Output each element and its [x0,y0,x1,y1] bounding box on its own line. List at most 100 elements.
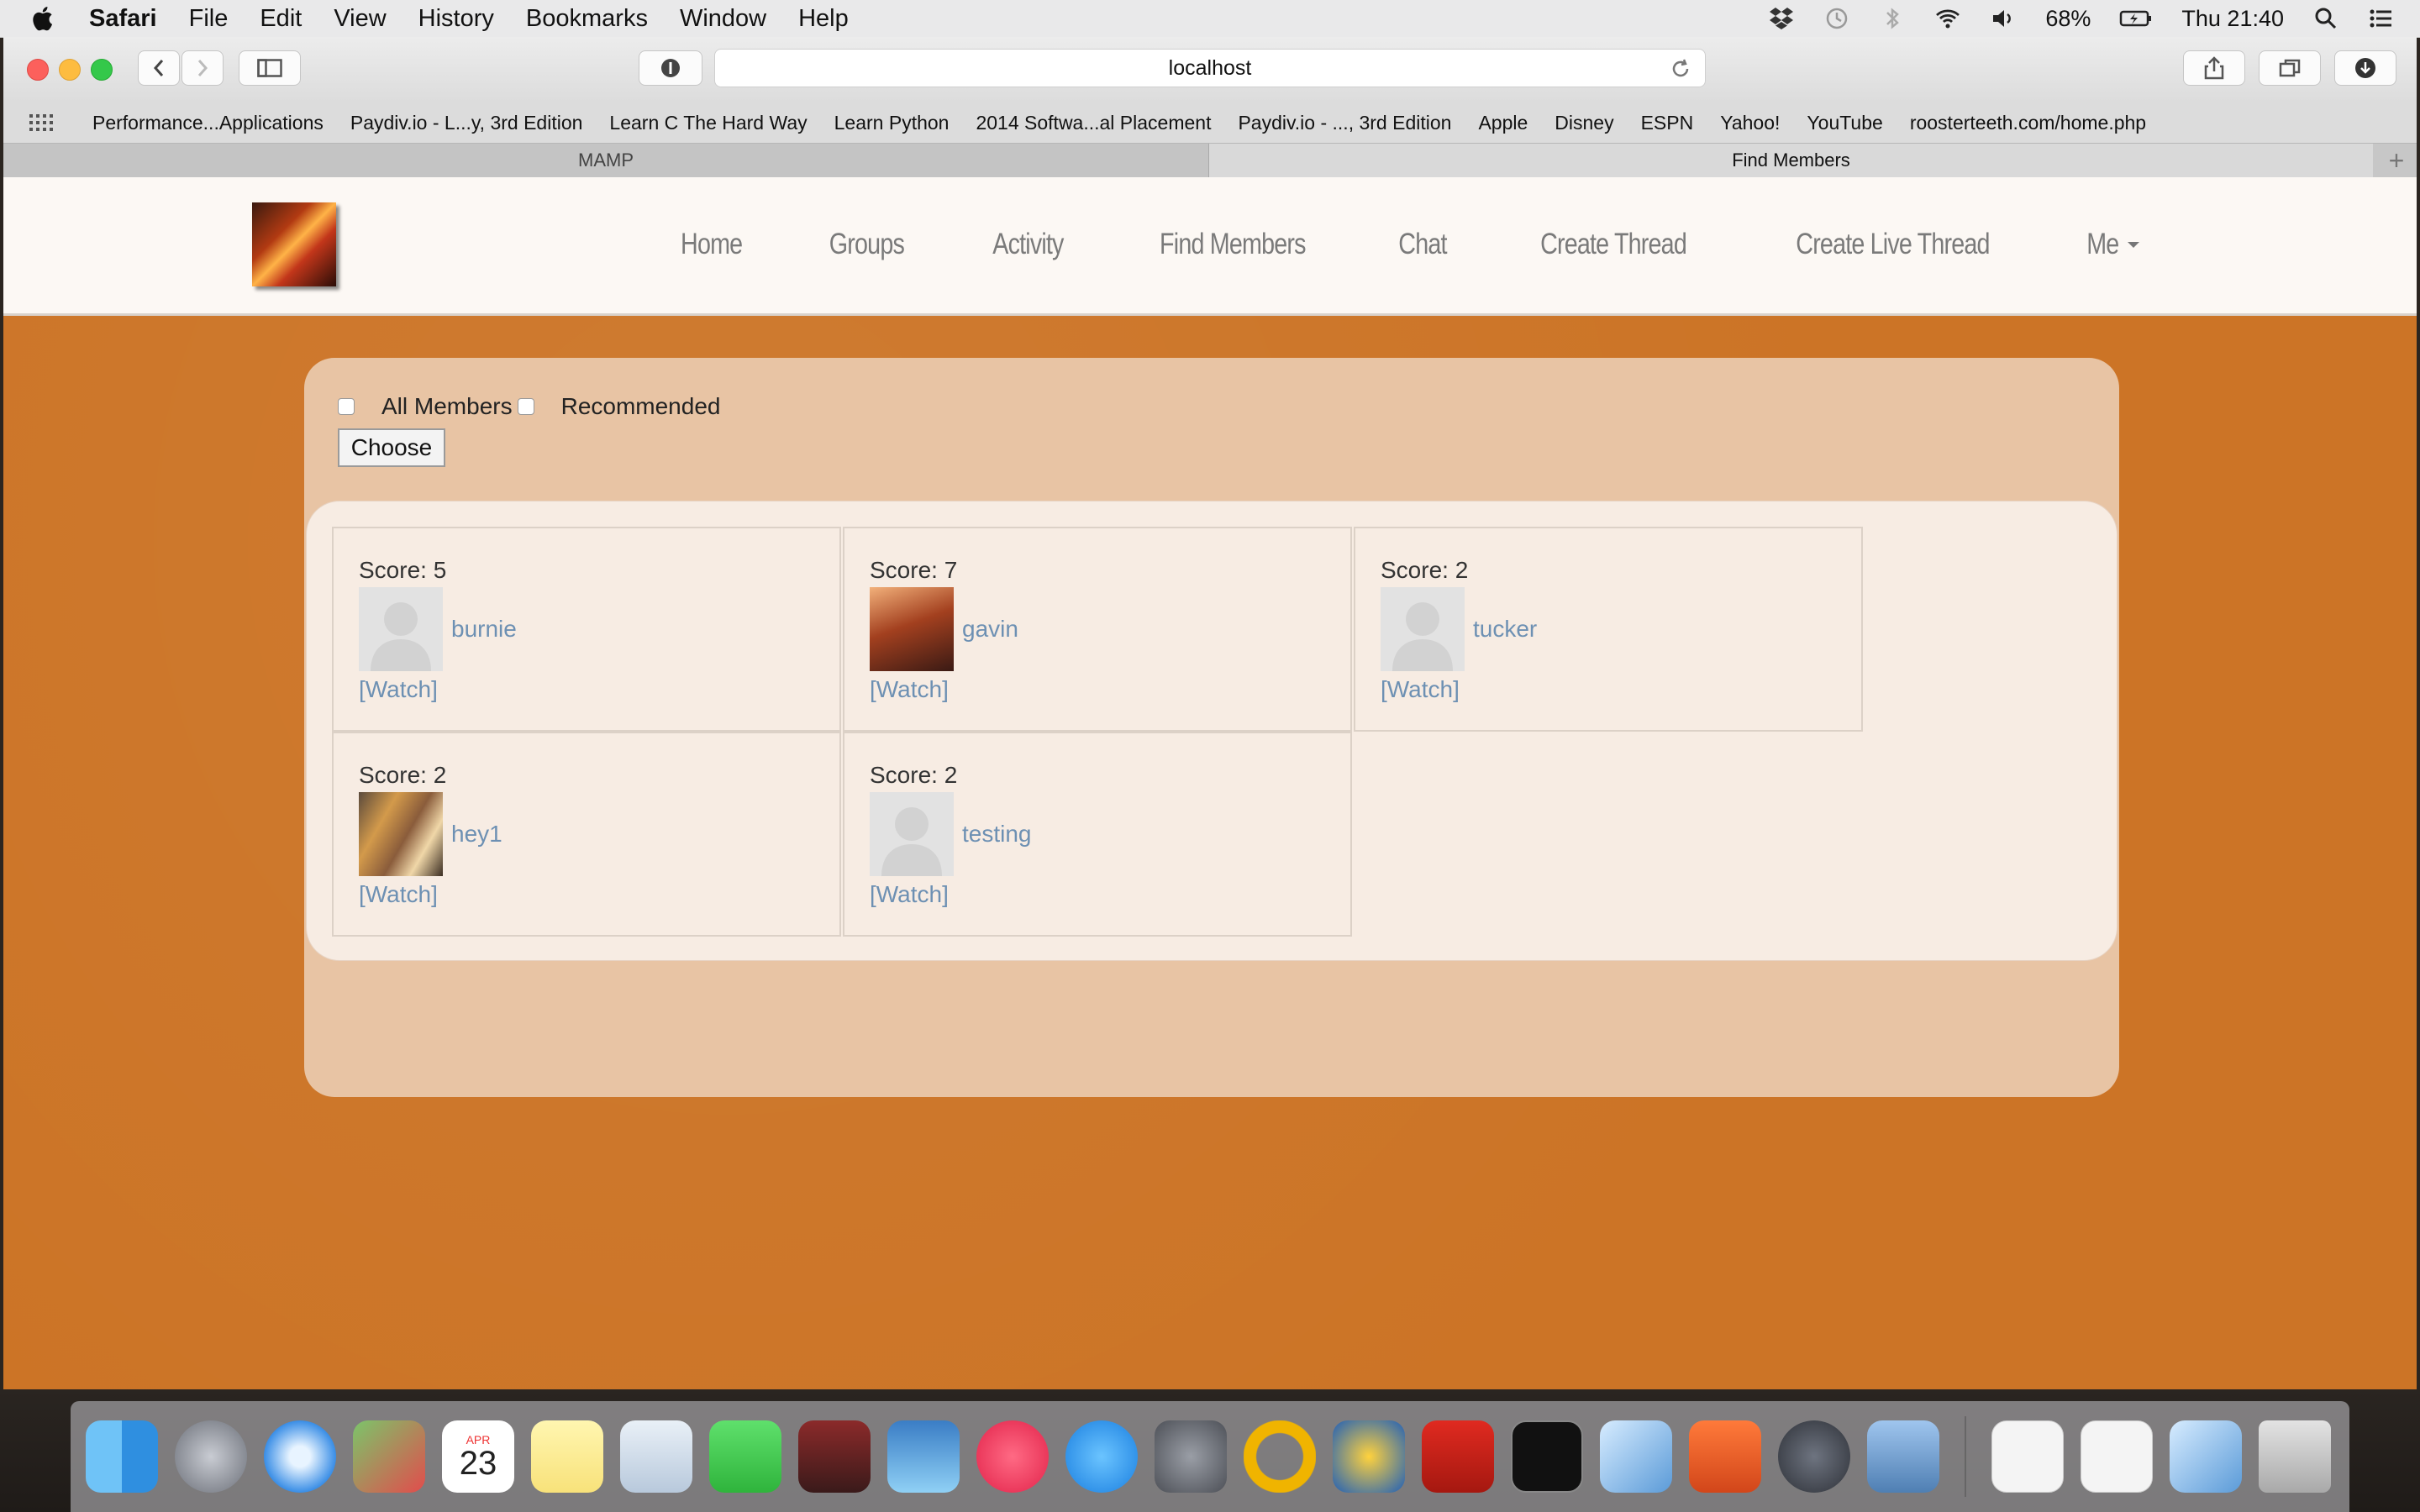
choose-button[interactable]: Choose [338,428,445,467]
bluetooth-icon[interactable] [1879,6,1906,31]
watch-link[interactable]: [Watch] [870,676,949,703]
nav-create-live-thread[interactable]: Create Live Thread [1797,228,1991,261]
back-button[interactable] [138,50,180,86]
member-avatar-photo[interactable] [870,587,954,671]
nav-create-thread[interactable]: Create Thread [1540,228,1687,261]
default-avatar[interactable] [1381,587,1465,671]
watch-link[interactable]: [Watch] [870,881,949,908]
facetime-icon[interactable] [709,1420,781,1493]
maps-icon[interactable] [620,1420,692,1493]
watch-link[interactable]: [Watch] [359,676,438,703]
tab-mamp[interactable]: MAMP [3,144,1209,177]
menu-history[interactable]: History [418,5,494,33]
fullscreen-window-button[interactable] [91,59,113,81]
member-name-link[interactable]: testing [962,821,1032,848]
menu-app-name[interactable]: Safari [89,5,157,33]
bookmark-link[interactable]: ESPN [1641,112,1694,134]
watch-link[interactable]: [Watch] [359,881,438,908]
bookmark-link[interactable]: YouTube [1807,112,1882,134]
member-name-link[interactable]: gavin [962,616,1018,643]
menu-bookmarks[interactable]: Bookmarks [526,5,648,33]
all-members-checkbox[interactable] [338,398,355,415]
bookmark-link[interactable]: Apple [1478,112,1528,134]
downloads-button[interactable] [2334,50,2396,86]
menu-help[interactable]: Help [798,5,849,33]
address-bar[interactable]: localhost [714,49,1706,87]
bookmark-link[interactable]: Paydiv.io - L...y, 3rd Edition [350,112,583,134]
bookmark-link[interactable]: 2014 Softwa...al Placement [976,112,1211,134]
bookmark-link[interactable]: Learn Python [834,112,950,134]
notification-center-icon[interactable] [2368,6,2395,31]
finder-icon[interactable] [86,1420,158,1493]
powerpoint-icon[interactable] [1689,1420,1761,1493]
bookmark-link[interactable]: Yahoo! [1720,112,1780,134]
wunderlist-icon[interactable] [1333,1420,1405,1493]
itunes-icon[interactable] [976,1420,1049,1493]
safari-icon[interactable] [264,1420,336,1493]
menu-file[interactable]: File [189,5,229,33]
reload-icon[interactable] [1670,58,1691,80]
member-name-link[interactable]: hey1 [451,821,502,848]
menu-view[interactable]: View [334,5,386,33]
nav-home[interactable]: Home [681,228,743,261]
spotlight-search-icon[interactable] [2312,6,2339,31]
apple-icon[interactable] [32,4,57,33]
top-sites-grid-icon[interactable] [29,113,55,133]
preview-icon[interactable] [353,1420,425,1493]
site-logo[interactable] [252,202,336,286]
notes-icon[interactable] [531,1420,603,1493]
acrobat-icon[interactable] [1422,1420,1494,1493]
bookmark-link[interactable]: Performance...Applications [92,112,324,134]
menubar-clock[interactable]: Thu 21:40 [2181,6,2284,32]
bookmark-link[interactable]: roosterteeth.com/home.php [1910,112,2146,134]
image-capture-icon[interactable] [1867,1420,1939,1493]
trash-icon[interactable] [2259,1420,2331,1493]
nav-activity[interactable]: Activity [992,228,1064,261]
close-window-button[interactable] [27,59,49,81]
default-avatar[interactable] [359,587,443,671]
photo-booth-icon[interactable] [798,1420,871,1493]
bookmark-link[interactable]: Learn C The Hard Way [609,112,807,134]
member-name-link[interactable]: burnie [451,616,517,643]
mamp-window-thumbnail-icon[interactable] [2081,1420,2153,1493]
nav-me-dropdown[interactable]: Me [2083,228,2139,261]
launchpad-icon[interactable] [175,1420,247,1493]
nav-chat[interactable]: Chat [1399,228,1448,261]
sidebar-toggle-button[interactable] [239,50,301,86]
system-preferences-icon[interactable] [1155,1420,1227,1493]
outlook-icon[interactable] [1244,1420,1316,1493]
dropbox-icon[interactable] [1768,6,1795,31]
bookmark-link[interactable]: Paydiv.io - ..., 3rd Edition [1238,112,1451,134]
app-store-icon[interactable] [1065,1420,1138,1493]
share-button[interactable] [2183,50,2245,86]
battery-percent[interactable]: 68% [2045,6,2091,32]
new-tab-button[interactable]: + [2376,144,2417,177]
time-machine-icon[interactable] [1823,6,1850,31]
battery-charging-icon[interactable] [2119,6,2153,31]
nav-me[interactable]: Me [2087,228,2120,261]
volume-icon[interactable] [1990,6,2017,31]
forward-button[interactable] [182,50,224,86]
nav-groups[interactable]: Groups [829,228,905,261]
member-avatar-photo[interactable] [359,792,443,876]
privacy-shield-button[interactable] [639,50,702,86]
terminal-icon[interactable] [1511,1420,1583,1493]
bookmark-link[interactable]: Disney [1555,112,1613,134]
member-name-link[interactable]: tucker [1473,616,1537,643]
minimize-window-button[interactable] [59,59,81,81]
virtualbox-icon[interactable] [1600,1420,1672,1493]
mamp-icon[interactable] [1778,1420,1850,1493]
document-stack-icon[interactable] [1991,1420,2064,1493]
menu-window[interactable]: Window [680,5,766,33]
show-all-tabs-button[interactable] [2259,50,2321,86]
nav-find-members[interactable]: Find Members [1160,228,1306,261]
recommended-checkbox[interactable] [517,398,534,415]
tab-find-members[interactable]: Find Members [1209,144,2373,177]
wifi-icon[interactable] [1934,6,1961,31]
calendar-icon[interactable]: APR 23 [442,1420,514,1493]
virtualbox-window-icon[interactable] [2170,1420,2242,1493]
watch-link[interactable]: [Watch] [1381,676,1460,703]
menu-edit[interactable]: Edit [260,5,302,33]
default-avatar[interactable] [870,792,954,876]
iphoto-icon[interactable] [887,1420,960,1493]
